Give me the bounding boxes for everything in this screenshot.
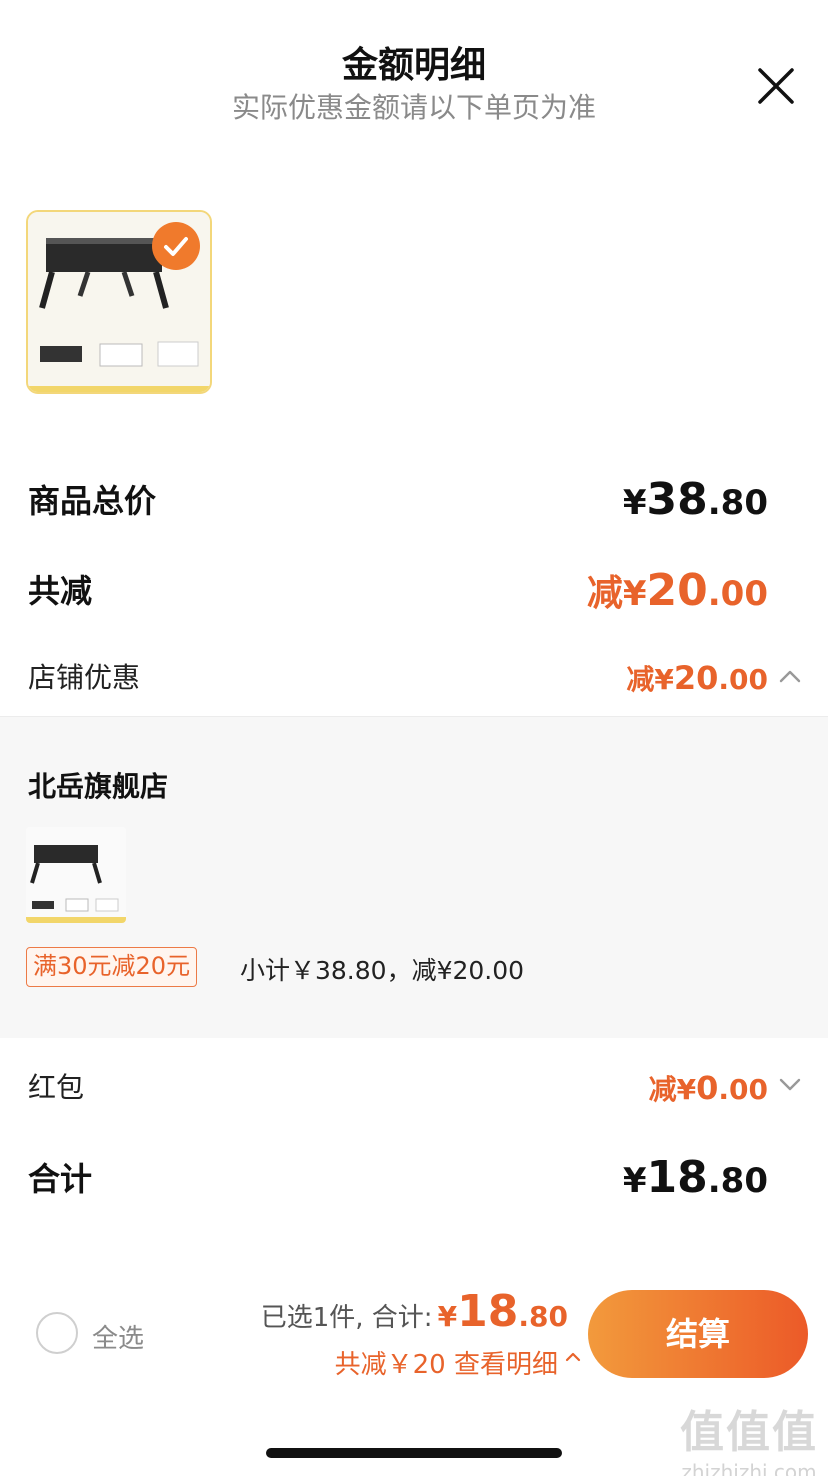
- store-discount-value: 减¥20.00: [626, 659, 768, 697]
- select-all-radio[interactable]: [36, 1312, 78, 1354]
- store-discount-row[interactable]: 店铺优惠 减¥20.00: [0, 652, 828, 702]
- store-discount-detail-panel: 北岳旗舰店 满30元减20元 小计￥38.80，减¥20.00: [0, 716, 828, 1038]
- checkout-bar: 全选 已选1件, 合计: ¥18.80 共减￥20 查看明细 结算: [0, 1270, 828, 1400]
- selected-summary: 已选1件, 合计: ¥18.80: [261, 1286, 568, 1337]
- sheet-header: 金额明细 实际优惠金额请以下单页为准: [0, 0, 828, 140]
- goods-total-label: 商品总价: [28, 482, 157, 520]
- close-icon: [758, 68, 794, 104]
- total-reduce-label: 共减: [28, 572, 93, 610]
- summary-int: 18: [457, 1286, 519, 1337]
- select-all-label[interactable]: 全选: [92, 1318, 144, 1355]
- total-reduce-value: 减¥20.00: [586, 565, 768, 616]
- checkmark-icon: [164, 237, 188, 256]
- watermark: 值值值 zhizhizhi.com: [680, 1396, 818, 1476]
- selected-check-badge: [152, 222, 200, 270]
- page-title: 金额明细: [341, 45, 486, 86]
- close-button[interactable]: [756, 66, 796, 106]
- selected-count-text: 已选1件, 合计:: [260, 1303, 433, 1333]
- red-packet-value: 减¥0.00: [648, 1069, 768, 1107]
- bbq-grill-image: [26, 827, 126, 923]
- goods-total-row: 商品总价 ¥38.80: [0, 474, 828, 530]
- store-name: 北岳旗舰店: [28, 770, 169, 803]
- sum-value: ¥18.80: [622, 1152, 768, 1203]
- chevron-down-icon[interactable]: [778, 1072, 802, 1096]
- chevron-up-icon[interactable]: [778, 664, 802, 688]
- sum-row: 合计 ¥18.80: [0, 1150, 828, 1210]
- summary-dec: .80: [518, 1300, 568, 1333]
- reduce-summary-text: 共减￥20 查看明细: [334, 1350, 558, 1380]
- page-subtitle: 实际优惠金额请以下单页为准: [231, 91, 596, 124]
- red-packet-row[interactable]: 红包 减¥0.00: [0, 1062, 828, 1112]
- home-indicator: [266, 1448, 562, 1458]
- promo-tag: 满30元减20元: [26, 947, 198, 987]
- red-packet-label: 红包: [28, 1071, 85, 1104]
- watermark-domain: zhizhizhi.com: [681, 1460, 817, 1476]
- total-reduce-row: 共减 减¥20.00: [0, 562, 828, 622]
- watermark-logo: 值值值: [680, 1407, 818, 1458]
- goods-total-value: ¥38.80: [622, 474, 768, 525]
- store-product-thumbnail: [26, 827, 126, 923]
- chevron-up-icon: [565, 1352, 581, 1362]
- view-details-link[interactable]: 共减￥20 查看明细: [334, 1344, 581, 1381]
- checkout-button[interactable]: 结算: [588, 1290, 808, 1378]
- summary-yen: ¥: [437, 1300, 458, 1333]
- store-discount-label: 店铺优惠: [28, 661, 141, 694]
- sum-label: 合计: [28, 1160, 93, 1198]
- promo-subtotal-text: 小计￥38.80，减¥20.00: [240, 956, 525, 985]
